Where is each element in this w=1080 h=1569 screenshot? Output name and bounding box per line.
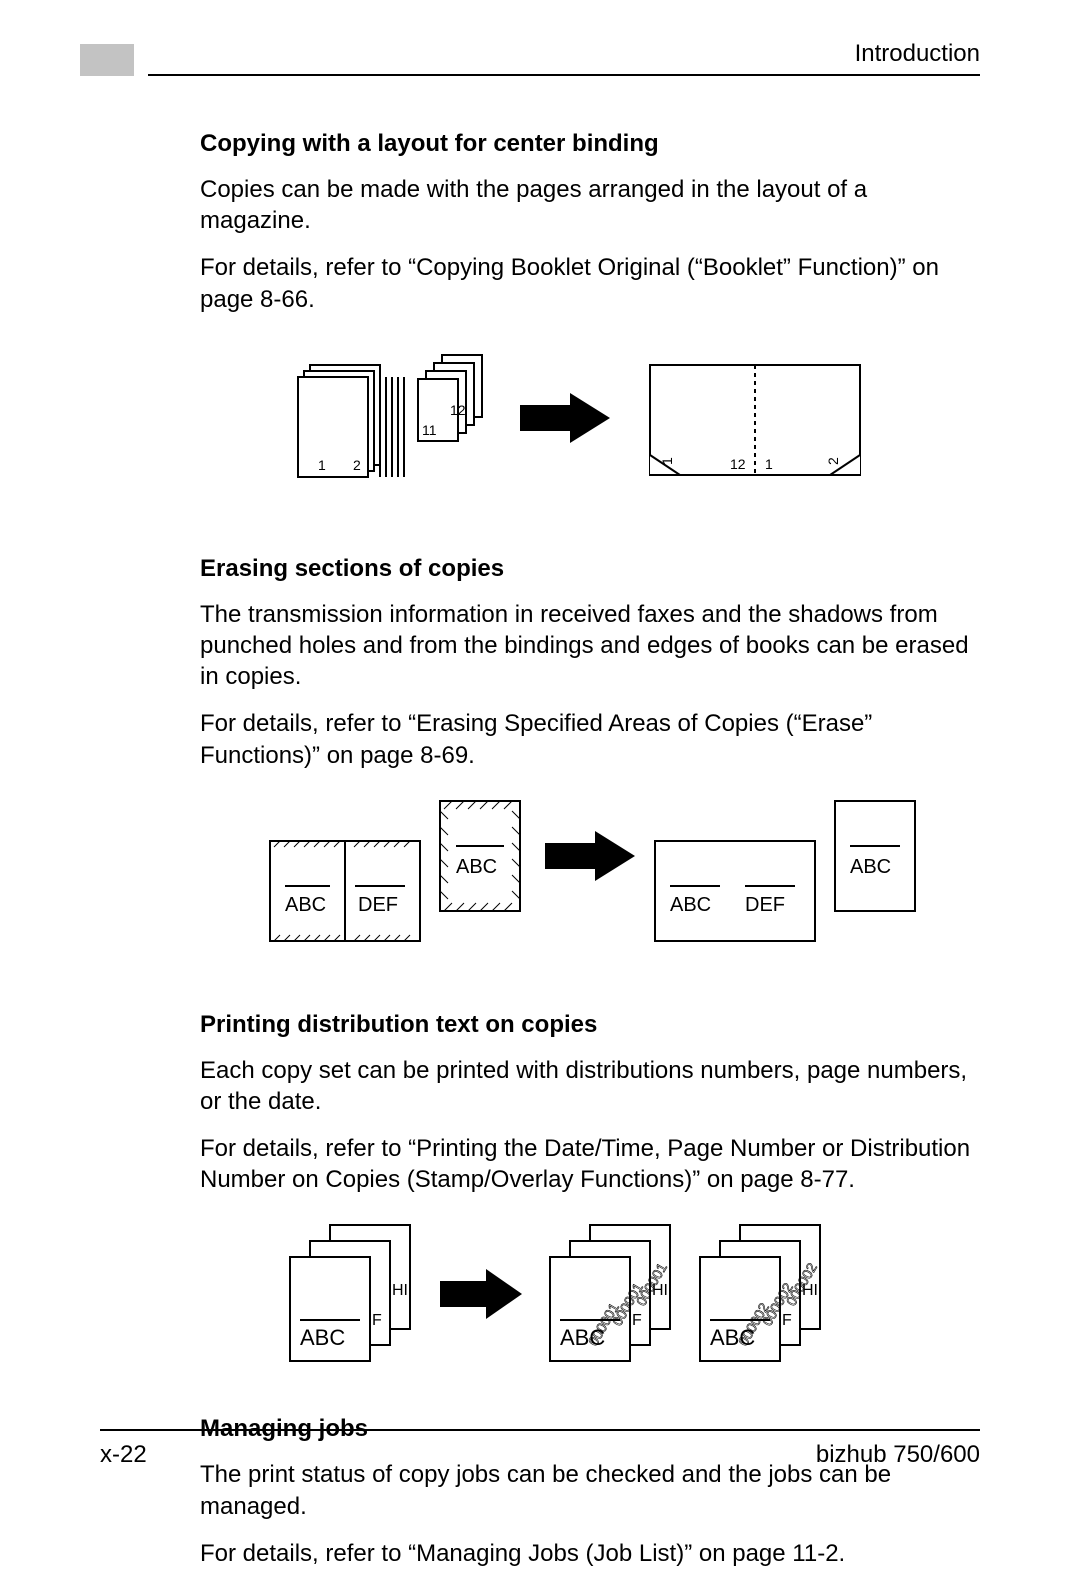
label: DEF bbox=[745, 894, 785, 916]
header-row: Introduction bbox=[148, 40, 980, 76]
label: HI bbox=[392, 1282, 408, 1299]
arrow-right-icon bbox=[520, 393, 610, 443]
label: DEF bbox=[358, 894, 398, 916]
page-footer: x-22 bizhub 750/600 bbox=[100, 1429, 980, 1469]
paragraph: Copies can be made with the pages arrang… bbox=[200, 174, 980, 236]
page-header: Introduction bbox=[80, 40, 980, 76]
figure-erase: ABC DEF ABC bbox=[200, 791, 980, 971]
label: ABC bbox=[456, 856, 497, 878]
page: Introduction Copying with a layout for c… bbox=[0, 0, 1080, 1529]
figure-booklet: 1 2 11 12 bbox=[200, 335, 980, 515]
label: ABC bbox=[285, 894, 326, 916]
label: 11 bbox=[422, 422, 437, 438]
label: ABC bbox=[850, 856, 891, 878]
label: 1 bbox=[659, 457, 675, 465]
page-number: x-22 bbox=[100, 1441, 147, 1469]
label: F bbox=[372, 1312, 382, 1329]
stamp-diagram-svg: ABC F HI ABC F HI 00 bbox=[260, 1215, 920, 1375]
arrow-right-icon bbox=[545, 831, 635, 881]
paragraph: The transmission information in received… bbox=[200, 599, 980, 693]
label: 2 bbox=[825, 457, 841, 465]
section-heading: Printing distribution text on copies bbox=[200, 1011, 980, 1039]
label: 1 bbox=[318, 457, 326, 473]
section-heading: Copying with a layout for center binding bbox=[200, 130, 980, 158]
figure-stamp: ABC F HI ABC F HI 00 bbox=[200, 1215, 980, 1375]
label: 1 bbox=[765, 456, 773, 472]
label: F bbox=[782, 1312, 792, 1329]
header-section-label: Introduction bbox=[855, 40, 980, 68]
label: 12 bbox=[730, 456, 746, 472]
product-name: bizhub 750/600 bbox=[816, 1441, 980, 1469]
label: 2 bbox=[353, 457, 361, 473]
page-content: Copying with a layout for center binding… bbox=[200, 130, 980, 1569]
arrow-right-icon bbox=[440, 1269, 522, 1319]
paragraph: For details, refer to “Printing the Date… bbox=[200, 1133, 980, 1195]
paragraph: For details, refer to “Erasing Specified… bbox=[200, 708, 980, 770]
label: F bbox=[632, 1312, 642, 1329]
label: 12 bbox=[450, 402, 466, 418]
paragraph: For details, refer to “Managing Jobs (Jo… bbox=[200, 1538, 980, 1569]
paragraph: For details, refer to “Copying Booklet O… bbox=[200, 252, 980, 314]
erase-diagram-svg: ABC DEF ABC bbox=[260, 791, 920, 971]
paragraph: Each copy set can be printed with distri… bbox=[200, 1055, 980, 1117]
label: ABC bbox=[300, 1325, 345, 1350]
booklet-diagram-svg: 1 2 11 12 bbox=[270, 335, 910, 515]
section-heading: Erasing sections of copies bbox=[200, 555, 980, 583]
chapter-tab-mark bbox=[80, 44, 134, 76]
label: ABC bbox=[670, 894, 711, 916]
